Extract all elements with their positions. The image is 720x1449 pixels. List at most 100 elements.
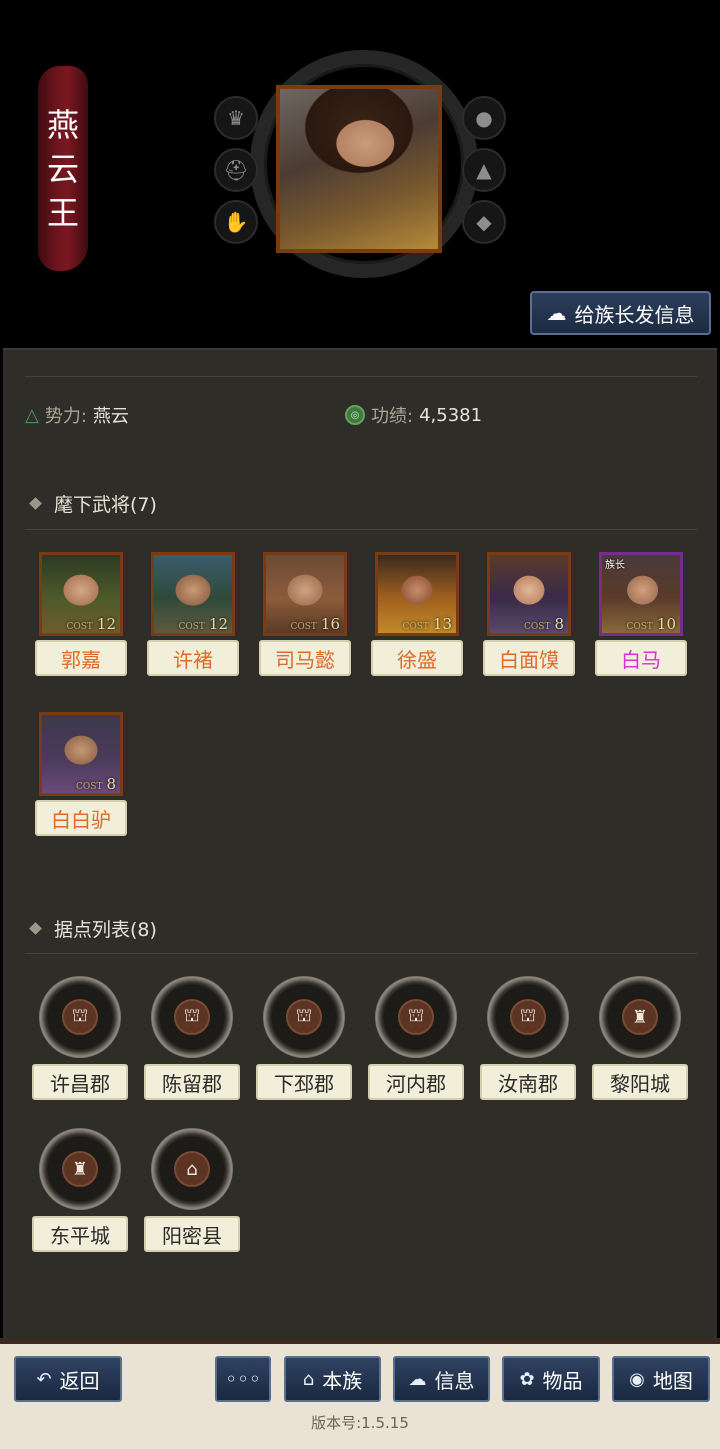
clan-button[interactable]: ⌂ 本族 — [284, 1356, 381, 1402]
stronghold-card[interactable]: ⛫ 下邳郡 — [254, 976, 354, 1101]
castle-gate-icon: ⛫ — [510, 999, 546, 1035]
title-char: 王 — [46, 193, 79, 232]
general-name[interactable]: 白白驴 — [35, 800, 127, 836]
general-portrait[interactable]: COST 12 — [151, 552, 235, 636]
general-card[interactable]: COST 8 白面馍 — [483, 552, 575, 678]
crown-icon[interactable]: ♛ — [214, 96, 258, 140]
cost-value: 12 — [208, 615, 228, 633]
general-name[interactable]: 许褚 — [147, 640, 239, 676]
back-label: 返回 — [59, 1368, 100, 1393]
back-button[interactable]: ↶ 返回 — [14, 1356, 122, 1402]
general-card[interactable]: 族长 COST 10 白马 — [595, 552, 687, 678]
general-cost: COST 16 — [290, 615, 340, 633]
stronghold-emblem[interactable]: ♜ — [39, 1128, 121, 1210]
cost-label: COST — [178, 622, 205, 632]
general-portrait[interactable]: COST 8 — [487, 552, 571, 636]
stronghold-name[interactable]: 许昌郡 — [32, 1064, 128, 1100]
stronghold-card[interactable]: ⛫ 许昌郡 — [30, 976, 130, 1101]
stronghold-emblem[interactable]: ⛫ — [263, 976, 345, 1058]
general-portrait[interactable]: COST 16 — [263, 552, 347, 636]
stronghold-emblem[interactable]: ⛫ — [375, 976, 457, 1058]
more-button[interactable]: ◦◦◦ — [215, 1356, 271, 1402]
stronghold-emblem[interactable]: ⛫ — [151, 976, 233, 1058]
general-card[interactable]: COST 12 郭嘉 — [35, 552, 127, 678]
globe-icon: ◉ — [629, 1368, 645, 1390]
stronghold-name[interactable]: 黎阳城 — [592, 1064, 688, 1100]
faction-value: 燕云 — [92, 406, 129, 427]
stronghold-name[interactable]: 阳密县 — [144, 1216, 240, 1252]
stronghold-name[interactable]: 汝南郡 — [480, 1064, 576, 1100]
divider — [25, 953, 697, 954]
castle-gate-icon: ⛫ — [286, 999, 322, 1035]
version-number: 版本号:1.5.15 — [311, 1414, 409, 1432]
castle-gate-icon: ⛫ — [174, 999, 210, 1035]
castle-gate-icon: ⛫ — [398, 999, 434, 1035]
general-portrait[interactable]: COST 13 — [375, 552, 459, 636]
lord-header: 燕 云 王 ♛ ⛑ ✋ ● ▲ ◆ ☁ 给族长发信息 — [0, 0, 720, 345]
castle-gate-icon: ⛫ — [62, 999, 98, 1035]
map-button[interactable]: ◉ 地图 — [612, 1356, 710, 1402]
lord-portrait-image — [280, 89, 438, 249]
generals-section-title: 麾下武将(7) — [25, 490, 157, 517]
general-name[interactable]: 徐盛 — [371, 640, 463, 676]
stronghold-emblem[interactable]: ⛫ — [487, 976, 569, 1058]
hand-coin-icon[interactable]: ● — [462, 96, 506, 140]
general-portrait[interactable]: COST 8 — [39, 712, 123, 796]
general-portrait[interactable]: COST 12 — [39, 552, 123, 636]
stronghold-card[interactable]: ⛫ 陈留郡 — [142, 976, 242, 1101]
stronghold-emblem[interactable]: ⛫ — [39, 976, 121, 1058]
merit-label: 功绩: — [371, 406, 414, 427]
general-cost: COST 10 — [626, 615, 676, 633]
chat-bubble-icon: ☁ — [408, 1368, 427, 1390]
cost-label: COST — [76, 782, 103, 792]
general-name[interactable]: 司马懿 — [259, 640, 351, 676]
helmet-icon[interactable]: ⛑ — [214, 148, 258, 192]
general-card[interactable]: COST 16 司马懿 — [259, 552, 351, 678]
stronghold-card[interactable]: ⛫ 河内郡 — [366, 976, 466, 1101]
cost-value: 8 — [106, 775, 116, 793]
items-bag-icon: ✿ — [519, 1368, 535, 1390]
items-button[interactable]: ✿ 物品 — [502, 1356, 600, 1402]
merit-value: 4,5381 — [419, 404, 483, 426]
general-name[interactable]: 白面馍 — [483, 640, 575, 676]
hat-icon[interactable]: ▲ — [462, 148, 506, 192]
general-cost: COST 8 — [524, 615, 564, 633]
stronghold-emblem[interactable]: ⌂ — [151, 1128, 233, 1210]
title-char: 云 — [46, 149, 79, 188]
stronghold-card[interactable]: ♜ 黎阳城 — [590, 976, 690, 1101]
general-name[interactable]: 郭嘉 — [35, 640, 127, 676]
lord-stats-row: △ 势力: 燕云 ◎ 功绩: 4,5381 — [25, 402, 697, 432]
general-card[interactable]: COST 8 白白驴 — [35, 712, 127, 838]
message-label: 信息 — [434, 1368, 475, 1393]
lord-portrait[interactable] — [276, 85, 442, 253]
general-name[interactable]: 白马 — [595, 640, 687, 676]
stronghold-name[interactable]: 河内郡 — [368, 1064, 464, 1100]
stronghold-name[interactable]: 东平城 — [32, 1216, 128, 1252]
more-dots-label: ◦◦◦ — [225, 1367, 261, 1391]
cost-value: 12 — [96, 615, 116, 633]
scholar-cap-icon[interactable]: ◆ — [462, 200, 506, 244]
message-clan-leader-button[interactable]: ☁ 给族长发信息 — [530, 291, 711, 335]
back-arrow-icon: ↶ — [36, 1368, 52, 1390]
stronghold-card[interactable]: ⛫ 汝南郡 — [478, 976, 578, 1101]
general-portrait[interactable]: 族长 COST 10 — [599, 552, 683, 636]
stronghold-name[interactable]: 陈留郡 — [144, 1064, 240, 1100]
diamond-bullet-icon — [29, 922, 42, 935]
stronghold-name[interactable]: 下邳郡 — [256, 1064, 352, 1100]
city-tower-icon: ♜ — [62, 1151, 98, 1187]
cost-value: 13 — [432, 615, 452, 633]
title-banner: 燕 云 王 — [38, 66, 88, 271]
general-card[interactable]: COST 13 徐盛 — [371, 552, 463, 678]
divider — [25, 376, 697, 377]
generals-section-label: 麾下武将(7) — [54, 494, 157, 516]
cost-value: 16 — [320, 615, 340, 633]
handshake-icon[interactable]: ✋ — [214, 200, 258, 244]
items-label: 物品 — [542, 1368, 583, 1393]
stronghold-card[interactable]: ♜ 东平城 — [30, 1128, 130, 1253]
stronghold-emblem[interactable]: ♜ — [599, 976, 681, 1058]
diamond-bullet-icon — [29, 497, 42, 510]
message-button[interactable]: ☁ 信息 — [393, 1356, 490, 1402]
general-card[interactable]: COST 12 许褚 — [147, 552, 239, 678]
title-char: 燕 — [46, 105, 79, 144]
stronghold-card[interactable]: ⌂ 阳密县 — [142, 1128, 242, 1253]
